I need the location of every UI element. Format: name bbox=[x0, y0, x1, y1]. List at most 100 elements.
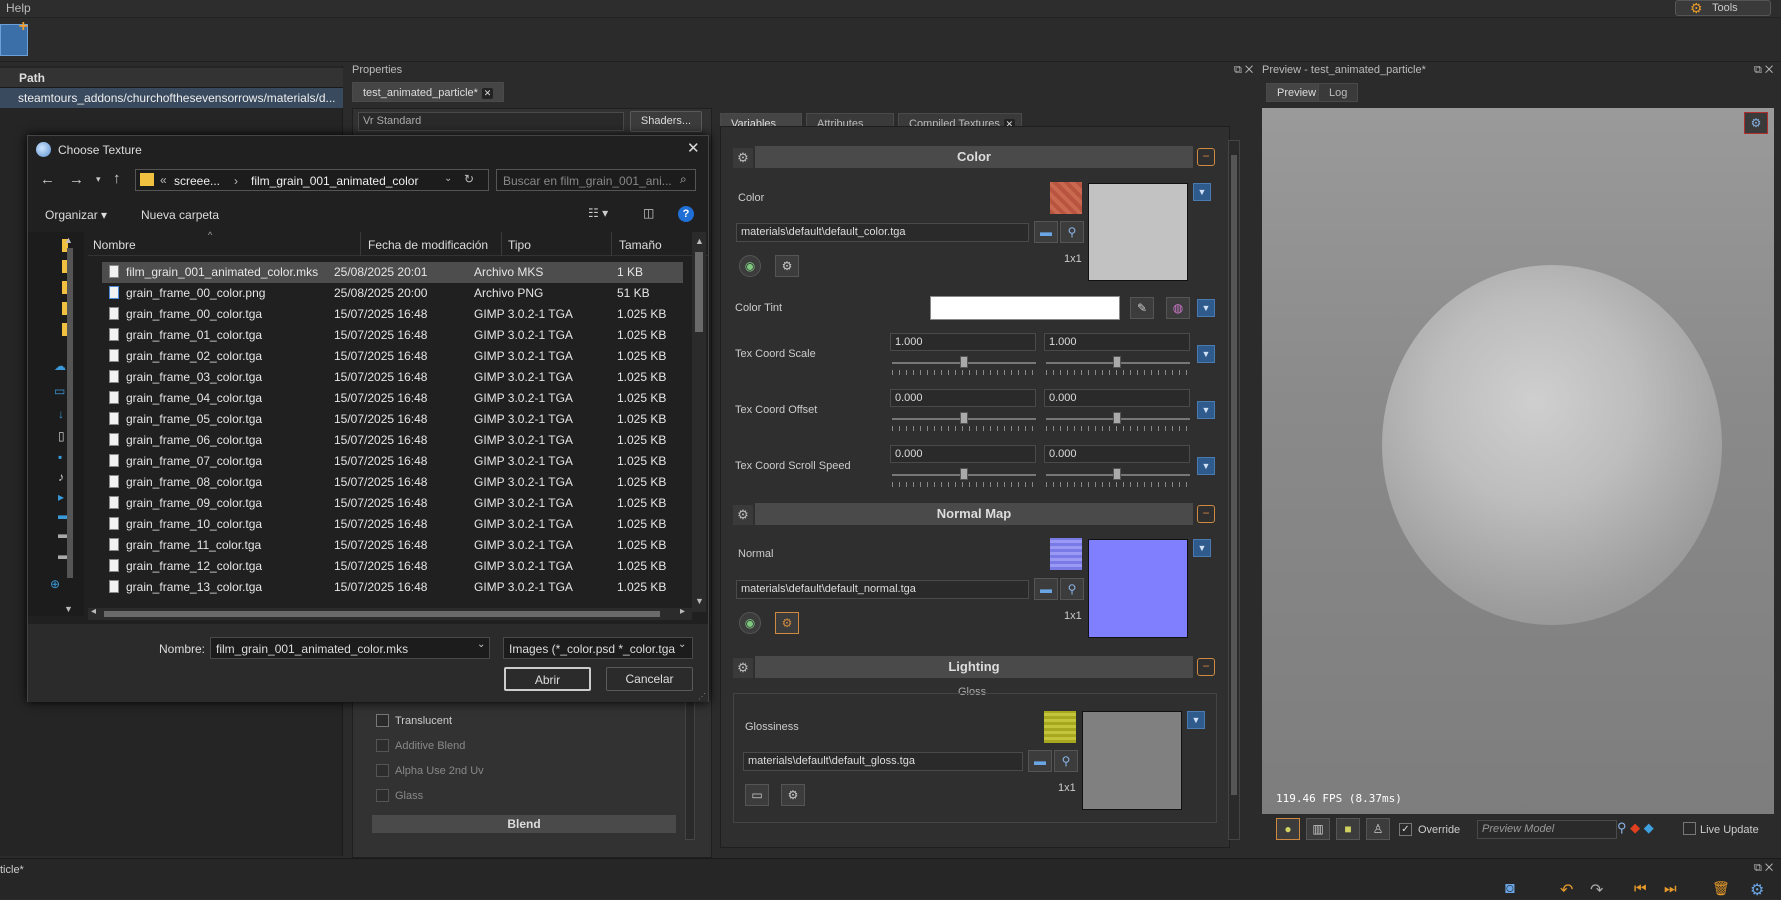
gear-icon[interactable]: ⚙ bbox=[733, 148, 753, 168]
table-row[interactable]: grain_frame_00_color.tga 15/07/2025 16:48… bbox=[102, 304, 683, 325]
offset-y-slider[interactable] bbox=[1113, 412, 1121, 424]
shaders-button[interactable]: Shaders... bbox=[630, 111, 702, 132]
gradient-icon[interactable]: ▭ bbox=[745, 784, 769, 806]
color-texture-path[interactable]: materials\default\default_color.tga bbox=[736, 223, 1029, 242]
column-name[interactable]: Nombre bbox=[93, 238, 358, 252]
search-icon[interactable]: ⚲ bbox=[1060, 578, 1084, 600]
scroll-x-slider[interactable] bbox=[960, 468, 968, 480]
table-row[interactable]: grain_frame_07_color.tga 15/07/2025 16:48… bbox=[102, 451, 683, 472]
table-row[interactable]: film_grain_001_animated_color.mks 25/08/2… bbox=[102, 262, 683, 283]
eyedropper-icon[interactable]: ✎ bbox=[1130, 297, 1154, 319]
dropdown-arrow-icon[interactable]: ▼ bbox=[1193, 183, 1211, 201]
address-bar[interactable]: « screee... › film_grain_001_animated_co… bbox=[135, 169, 489, 191]
tab-log[interactable]: Log bbox=[1318, 83, 1359, 102]
trash-icon[interactable]: 🗑 bbox=[1712, 880, 1730, 897]
file-list-hscrollbar[interactable]: ◂ ▸ bbox=[88, 606, 692, 620]
offset-x-slider[interactable] bbox=[960, 412, 968, 424]
breadcrumb-item[interactable]: screee... bbox=[174, 174, 220, 188]
column-divider[interactable] bbox=[360, 232, 361, 256]
color-tint-swatch[interactable] bbox=[930, 296, 1120, 320]
collapse-icon[interactable]: − bbox=[1197, 148, 1215, 166]
preview-pane-icon[interactable]: ◫ bbox=[643, 206, 654, 220]
float-close-icons[interactable]: ⧉ ✕ bbox=[1234, 64, 1253, 77]
gear-icon[interactable]: ⚙ bbox=[1744, 112, 1768, 134]
resize-grip-icon[interactable]: ⋰ bbox=[698, 692, 706, 701]
dropdown-arrow-icon[interactable]: ▼ bbox=[1193, 539, 1211, 557]
chevron-down-icon[interactable]: ⌄ bbox=[678, 639, 686, 650]
nav-scrollbar[interactable]: ▲ ▼ bbox=[64, 232, 76, 616]
tex-coord-offset-x[interactable]: 0.000 bbox=[890, 389, 1036, 407]
file-list-vscrollbar[interactable]: ▲ ▼ bbox=[692, 232, 706, 612]
up-arrow-icon[interactable]: ↑ bbox=[113, 170, 121, 187]
chevron-left-icon[interactable]: ◂ bbox=[91, 606, 96, 617]
refresh-icon[interactable]: ◉ bbox=[739, 612, 761, 634]
menu-help[interactable]: Help bbox=[6, 1, 31, 15]
blue-pick-icon[interactable]: ◆ bbox=[1644, 820, 1654, 835]
translucent-checkbox[interactable] bbox=[376, 714, 389, 727]
model-picker-icons[interactable]: ⚲ ◆ ◆ bbox=[1617, 820, 1671, 839]
tex-coord-scale-y[interactable]: 1.000 bbox=[1044, 333, 1190, 351]
table-row[interactable]: grain_frame_04_color.tga 15/07/2025 16:48… bbox=[102, 388, 683, 409]
gear-icon[interactable]: ⚙ bbox=[781, 784, 805, 806]
back-arrow-icon[interactable]: ← bbox=[40, 171, 55, 188]
new-folder-button[interactable]: Nueva carpeta bbox=[141, 208, 219, 222]
last-frame-icon[interactable]: ⏭ bbox=[1664, 880, 1677, 897]
figure-mode-icon[interactable]: ♙ bbox=[1366, 818, 1390, 840]
live-update-checkbox[interactable] bbox=[1683, 822, 1696, 835]
dropdown-arrow-icon[interactable]: ▼ bbox=[1197, 345, 1215, 363]
view-options-icon[interactable]: ☷ ▾ bbox=[588, 206, 608, 220]
chevron-down-icon[interactable]: ▼ bbox=[695, 596, 704, 606]
collapse-icon[interactable]: − bbox=[1197, 658, 1215, 676]
asset-path-row[interactable]: steamtours_addons/churchofthesevensorrow… bbox=[0, 88, 343, 108]
scale-y-slider[interactable] bbox=[1113, 356, 1121, 368]
table-row[interactable]: grain_frame_11_color.tga 15/07/2025 16:48… bbox=[102, 535, 683, 556]
table-row[interactable]: grain_frame_08_color.tga 15/07/2025 16:48… bbox=[102, 472, 683, 493]
column-divider[interactable] bbox=[501, 232, 502, 256]
column-type[interactable]: Tipo bbox=[508, 238, 531, 252]
normal-map-section-header[interactable]: Normal Map bbox=[755, 503, 1193, 525]
gloss-texture-path[interactable]: materials\default\default_gloss.tga bbox=[743, 752, 1023, 771]
red-pick-icon[interactable]: ◆ bbox=[1630, 820, 1640, 835]
dropdown-arrow-icon[interactable]: ▼ bbox=[1197, 299, 1215, 317]
open-button[interactable]: Abrir bbox=[504, 667, 591, 691]
browse-folder-icon[interactable]: ▬ bbox=[1034, 221, 1058, 243]
scroll-y-slider[interactable] bbox=[1113, 468, 1121, 480]
table-row[interactable]: grain_frame_06_color.tga 15/07/2025 16:48… bbox=[102, 430, 683, 451]
chevron-up-icon[interactable]: ▲ bbox=[695, 236, 704, 246]
lighting-section-header[interactable]: Lighting bbox=[755, 656, 1193, 678]
gear-icon[interactable]: ⚙ bbox=[775, 255, 799, 277]
shader-field[interactable]: Vr Standard bbox=[358, 112, 624, 131]
scroll-thumb[interactable] bbox=[104, 611, 660, 617]
organize-menu[interactable]: Organizar ▾ bbox=[45, 208, 107, 222]
normal-texture-thumb[interactable] bbox=[1050, 538, 1082, 570]
cancel-button[interactable]: Cancelar bbox=[606, 667, 693, 691]
column-date[interactable]: Fecha de modificación bbox=[368, 238, 488, 252]
table-row[interactable]: grain_frame_09_color.tga 15/07/2025 16:48… bbox=[102, 493, 683, 514]
float-close-icons[interactable]: ⧉ ✕ bbox=[1754, 64, 1773, 77]
collapse-icon[interactable]: − bbox=[1197, 505, 1215, 523]
color-wheel-icon[interactable]: ◍ bbox=[1166, 297, 1190, 319]
normal-texture-path[interactable]: materials\default\default_normal.tga bbox=[736, 580, 1029, 599]
tab-document[interactable]: test_animated_particle* ✕ bbox=[352, 82, 504, 102]
blend-section-header[interactable]: Blend bbox=[372, 815, 676, 833]
recent-dropdown-icon[interactable]: ▾ bbox=[96, 174, 101, 185]
first-frame-icon[interactable]: ⏮ bbox=[1634, 880, 1647, 897]
forward-arrow-icon[interactable]: → bbox=[69, 171, 84, 188]
new-material-icon[interactable] bbox=[0, 18, 28, 56]
tools-button[interactable]: ⚙ Tools bbox=[1675, 0, 1771, 16]
chevron-down-icon[interactable]: ▼ bbox=[64, 604, 73, 614]
pictures-icon[interactable]: ▪ bbox=[58, 450, 62, 464]
table-row[interactable]: grain_frame_00_color.png 25/08/2025 20:00… bbox=[102, 283, 683, 304]
file-type-filter[interactable]: Images (*_color.psd *_color.tga bbox=[503, 637, 693, 659]
scroll-thumb[interactable] bbox=[67, 248, 73, 578]
search-icon[interactable]: ⚲ bbox=[1617, 820, 1627, 835]
close-icon[interactable]: ✕ bbox=[481, 87, 493, 99]
preview-model-input[interactable]: Preview Model bbox=[1477, 820, 1617, 839]
float-close-icons[interactable]: ⧉ ✕ bbox=[1754, 862, 1773, 875]
undo-icon[interactable]: ↶ bbox=[1560, 880, 1573, 900]
scale-x-slider[interactable] bbox=[960, 356, 968, 368]
close-icon[interactable]: ✕ bbox=[687, 139, 700, 157]
glass-checkbox[interactable] bbox=[376, 789, 389, 802]
table-row[interactable]: grain_frame_12_color.tga 15/07/2025 16:48… bbox=[102, 556, 683, 577]
chevron-right-icon[interactable]: ▸ bbox=[680, 606, 685, 617]
